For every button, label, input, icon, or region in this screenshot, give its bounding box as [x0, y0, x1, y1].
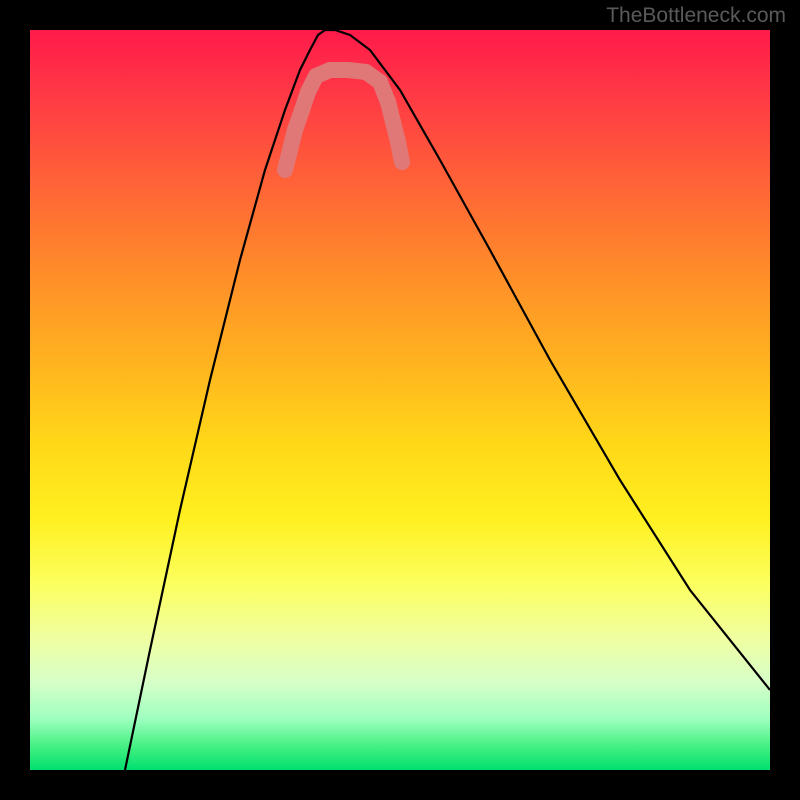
marker-segment: [388, 102, 393, 122]
marker-segment: [393, 122, 398, 142]
marker-segment: [285, 150, 290, 170]
marker-segment: [398, 142, 402, 162]
marker-segment: [302, 92, 308, 110]
marker-segment: [348, 70, 366, 72]
marker-band: [285, 70, 402, 170]
chart-svg: [30, 30, 770, 770]
plot-area: [30, 30, 770, 770]
marker-segment: [366, 72, 380, 82]
marker-segment: [316, 70, 330, 76]
marker-segment: [295, 110, 302, 130]
marker-segment: [308, 76, 316, 92]
bottleneck-curve: [125, 30, 770, 770]
watermark-text: TheBottleneck.com: [606, 4, 786, 28]
marker-segment: [380, 82, 388, 102]
marker-segment: [290, 130, 295, 150]
